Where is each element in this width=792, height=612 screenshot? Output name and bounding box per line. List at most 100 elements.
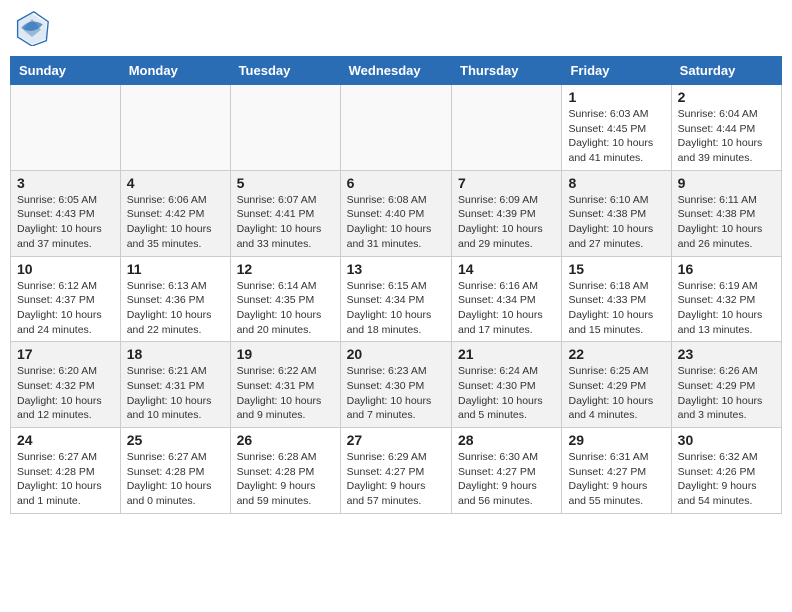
day-number: 23 [678, 346, 775, 362]
calendar-cell [452, 85, 562, 171]
day-number: 2 [678, 89, 775, 105]
day-number: 25 [127, 432, 224, 448]
calendar-cell: 25Sunrise: 6:27 AM Sunset: 4:28 PM Dayli… [120, 428, 230, 514]
calendar-cell: 11 Sunrise: 6:13 AM Sunset: 4:36 PM Dayli… [120, 256, 230, 342]
day-info: Sunrise: 6:26 AM Sunset: 4:29 PM Dayligh… [678, 364, 775, 423]
calendar-cell: 18Sunrise: 6:21 AM Sunset: 4:31 PM Dayli… [120, 342, 230, 428]
calendar-cell [120, 85, 230, 171]
day-number: 27 [347, 432, 445, 448]
calendar-cell: 22 Sunrise: 6:25 AM Sunset: 4:29 PM Dayli… [562, 342, 671, 428]
calendar-cell: 29 Sunrise: 6:31 AM Sunset: 4:27 PM Dayli… [562, 428, 671, 514]
day-number: 29 [568, 432, 664, 448]
calendar-week-row: 10Sunrise: 6:12 AM Sunset: 4:37 PM Dayli… [11, 256, 782, 342]
day-number: 28 [458, 432, 555, 448]
day-number: 24 [17, 432, 114, 448]
day-number: 9 [678, 175, 775, 191]
calendar-cell [340, 85, 451, 171]
day-number: 6 [347, 175, 445, 191]
calendar-cell: 4 Sunrise: 6:06 AM Sunset: 4:42 PM Daylig… [120, 170, 230, 256]
calendar-cell: 1Sunrise: 6:03 AM Sunset: 4:45 PM Daylig… [562, 85, 671, 171]
day-info: Sunrise: 6:09 AM Sunset: 4:39 PM Dayligh… [458, 193, 555, 252]
day-info: Sunrise: 6:07 AM Sunset: 4:41 PM Dayligh… [237, 193, 334, 252]
calendar-week-row: 24 Sunrise: 6:27 AM Sunset: 4:28 PM Dayli… [11, 428, 782, 514]
weekday-header-thursday: Thursday [452, 57, 562, 85]
day-number: 26 [237, 432, 334, 448]
day-info: Sunrise: 6:13 AM Sunset: 4:36 PM Dayligh… [127, 279, 224, 338]
calendar-cell: 28 Sunrise: 6:30 AM Sunset: 4:27 PM Dayli… [452, 428, 562, 514]
calendar-cell: 12 Sunrise: 6:14 AM Sunset: 4:35 PM Dayli… [230, 256, 340, 342]
calendar-cell: 30Sunrise: 6:32 AM Sunset: 4:26 PM Dayli… [671, 428, 781, 514]
day-info: Sunrise: 6:32 AM Sunset: 4:26 PM Dayligh… [678, 450, 775, 509]
calendar-cell: 10Sunrise: 6:12 AM Sunset: 4:37 PM Dayli… [11, 256, 121, 342]
logo-icon [14, 10, 50, 46]
day-info: Sunrise: 6:15 AM Sunset: 4:34 PM Dayligh… [347, 279, 445, 338]
calendar-cell: 24 Sunrise: 6:27 AM Sunset: 4:28 PM Dayli… [11, 428, 121, 514]
day-info: Sunrise: 6:25 AM Sunset: 4:29 PM Dayligh… [568, 364, 664, 423]
day-info: Sunrise: 6:08 AM Sunset: 4:40 PM Dayligh… [347, 193, 445, 252]
calendar-cell: 26Sunrise: 6:28 AM Sunset: 4:28 PM Dayli… [230, 428, 340, 514]
calendar-cell: 19 Sunrise: 6:22 AM Sunset: 4:31 PM Dayli… [230, 342, 340, 428]
calendar-cell: 8 Sunrise: 6:10 AM Sunset: 4:38 PM Daylig… [562, 170, 671, 256]
calendar-week-row: 17 Sunrise: 6:20 AM Sunset: 4:32 PM Dayli… [11, 342, 782, 428]
day-number: 14 [458, 261, 555, 277]
day-info: Sunrise: 6:14 AM Sunset: 4:35 PM Dayligh… [237, 279, 334, 338]
day-number: 15 [568, 261, 664, 277]
day-number: 1 [568, 89, 664, 105]
weekday-header-wednesday: Wednesday [340, 57, 451, 85]
day-info: Sunrise: 6:23 AM Sunset: 4:30 PM Dayligh… [347, 364, 445, 423]
weekday-header-saturday: Saturday [671, 57, 781, 85]
calendar-cell: 9 Sunrise: 6:11 AM Sunset: 4:38 PM Daylig… [671, 170, 781, 256]
day-info: Sunrise: 6:06 AM Sunset: 4:42 PM Dayligh… [127, 193, 224, 252]
calendar-cell: 20 Sunrise: 6:23 AM Sunset: 4:30 PM Dayli… [340, 342, 451, 428]
day-info: Sunrise: 6:24 AM Sunset: 4:30 PM Dayligh… [458, 364, 555, 423]
day-number: 7 [458, 175, 555, 191]
calendar-cell: 23 Sunrise: 6:26 AM Sunset: 4:29 PM Dayli… [671, 342, 781, 428]
day-info: Sunrise: 6:20 AM Sunset: 4:32 PM Dayligh… [17, 364, 114, 423]
day-info: Sunrise: 6:22 AM Sunset: 4:31 PM Dayligh… [237, 364, 334, 423]
day-number: 4 [127, 175, 224, 191]
calendar-table: SundayMondayTuesdayWednesdayThursdayFrid… [10, 56, 782, 514]
weekday-header-monday: Monday [120, 57, 230, 85]
calendar-cell: 3 Sunrise: 6:05 AM Sunset: 4:43 PM Daylig… [11, 170, 121, 256]
day-info: Sunrise: 6:16 AM Sunset: 4:34 PM Dayligh… [458, 279, 555, 338]
day-number: 21 [458, 346, 555, 362]
weekday-header-tuesday: Tuesday [230, 57, 340, 85]
calendar-cell: 13 Sunrise: 6:15 AM Sunset: 4:34 PM Dayli… [340, 256, 451, 342]
calendar-cell [230, 85, 340, 171]
calendar-cell: 17 Sunrise: 6:20 AM Sunset: 4:32 PM Dayli… [11, 342, 121, 428]
day-info: Sunrise: 6:05 AM Sunset: 4:43 PM Dayligh… [17, 193, 114, 252]
calendar-cell: 15 Sunrise: 6:18 AM Sunset: 4:33 PM Dayli… [562, 256, 671, 342]
day-number: 13 [347, 261, 445, 277]
day-number: 22 [568, 346, 664, 362]
day-number: 18 [127, 346, 224, 362]
logo [14, 10, 54, 46]
calendar-cell: 5Sunrise: 6:07 AM Sunset: 4:41 PM Daylig… [230, 170, 340, 256]
day-number: 3 [17, 175, 114, 191]
day-number: 10 [17, 261, 114, 277]
calendar-cell: 16Sunrise: 6:19 AM Sunset: 4:32 PM Dayli… [671, 256, 781, 342]
weekday-header-friday: Friday [562, 57, 671, 85]
day-info: Sunrise: 6:10 AM Sunset: 4:38 PM Dayligh… [568, 193, 664, 252]
day-number: 19 [237, 346, 334, 362]
calendar-cell: 14 Sunrise: 6:16 AM Sunset: 4:34 PM Dayli… [452, 256, 562, 342]
calendar-cell: 27 Sunrise: 6:29 AM Sunset: 4:27 PM Dayli… [340, 428, 451, 514]
day-number: 11 [127, 261, 224, 277]
day-info: Sunrise: 6:11 AM Sunset: 4:38 PM Dayligh… [678, 193, 775, 252]
day-info: Sunrise: 6:31 AM Sunset: 4:27 PM Dayligh… [568, 450, 664, 509]
calendar-week-row: 3 Sunrise: 6:05 AM Sunset: 4:43 PM Daylig… [11, 170, 782, 256]
day-number: 17 [17, 346, 114, 362]
weekday-header-sunday: Sunday [11, 57, 121, 85]
day-info: Sunrise: 6:29 AM Sunset: 4:27 PM Dayligh… [347, 450, 445, 509]
calendar-cell: 6 Sunrise: 6:08 AM Sunset: 4:40 PM Daylig… [340, 170, 451, 256]
day-info: Sunrise: 6:30 AM Sunset: 4:27 PM Dayligh… [458, 450, 555, 509]
page-header [10, 10, 782, 46]
day-info: Sunrise: 6:18 AM Sunset: 4:33 PM Dayligh… [568, 279, 664, 338]
day-info: Sunrise: 6:27 AM Sunset: 4:28 PM Dayligh… [17, 450, 114, 509]
calendar-cell: 2 Sunrise: 6:04 AM Sunset: 4:44 PM Daylig… [671, 85, 781, 171]
day-number: 20 [347, 346, 445, 362]
day-info: Sunrise: 6:04 AM Sunset: 4:44 PM Dayligh… [678, 107, 775, 166]
day-number: 8 [568, 175, 664, 191]
calendar-week-row: 1Sunrise: 6:03 AM Sunset: 4:45 PM Daylig… [11, 85, 782, 171]
calendar-cell [11, 85, 121, 171]
day-number: 12 [237, 261, 334, 277]
